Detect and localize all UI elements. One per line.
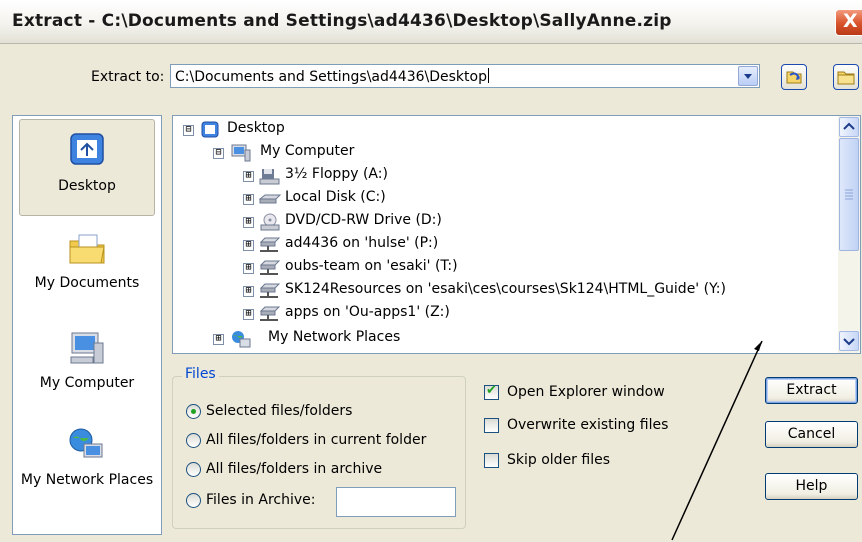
- expand-icon[interactable]: ⊞: [243, 171, 254, 182]
- expand-icon[interactable]: ⊞: [243, 286, 254, 297]
- tree-scrollbar[interactable]: [838, 116, 860, 353]
- collapse-icon[interactable]: ⊟: [183, 125, 194, 136]
- place-label: My Documents: [34, 275, 140, 291]
- checkbox-label: Overwrite existing files: [507, 417, 669, 433]
- checkbox[interactable]: [484, 453, 499, 468]
- desktop-icon: [70, 133, 104, 165]
- radio-button[interactable]: [186, 493, 201, 508]
- hard-disk-icon: [259, 194, 281, 204]
- network-drive-icon: [259, 237, 281, 252]
- extract-path-input[interactable]: C:\Documents and Settings\ad4436\Desktop: [175, 68, 489, 85]
- network-places-icon: [69, 428, 103, 458]
- extract-to-label: Extract to:: [91, 69, 165, 85]
- desktop-icon: [201, 121, 219, 138]
- radio-button[interactable]: [186, 433, 201, 448]
- collapse-icon[interactable]: ⊟: [213, 148, 224, 159]
- network-drive-icon: [259, 260, 281, 275]
- place-label: My Network Places: [20, 472, 154, 488]
- checkbox[interactable]: [484, 418, 499, 433]
- tree-label: oubs-team on 'esaki' (T:): [285, 258, 458, 274]
- tree-label: ad4436 on 'hulse' (P:): [285, 235, 439, 251]
- tree-label: apps on 'Ou-apps1' (Z:): [285, 304, 450, 320]
- place-label: My Computer: [39, 375, 135, 391]
- radio-button[interactable]: [186, 462, 201, 477]
- window-title: Extract - C:\Documents and Settings\ad44…: [12, 11, 672, 31]
- cd-drive-icon: [260, 213, 280, 231]
- scroll-up-button[interactable]: [839, 117, 859, 137]
- checkbox[interactable]: [484, 383, 499, 400]
- files-in-archive-input[interactable]: [336, 487, 456, 517]
- expand-icon[interactable]: ⊞: [243, 309, 254, 320]
- expand-icon[interactable]: ⊞: [243, 263, 254, 274]
- tree-label: My Network Places: [268, 329, 401, 345]
- cancel-button[interactable]: Cancel: [765, 421, 858, 448]
- files-legend: Files: [182, 366, 219, 382]
- tree-label: Desktop: [227, 120, 285, 136]
- tree-label: SK124Resources on 'esaki\ces\courses\Sk1…: [285, 281, 726, 297]
- floppy-icon: [259, 169, 280, 185]
- network-places-icon: [232, 331, 251, 348]
- places-bar: Desktop My Documents My Computer My Netw…: [12, 115, 162, 535]
- chevron-down-icon[interactable]: [738, 66, 758, 86]
- title-bar[interactable]: Extract - C:\Documents and Settings\ad44…: [0, 0, 862, 44]
- expand-icon[interactable]: ⊞: [243, 240, 254, 251]
- place-my-computer[interactable]: My Computer: [13, 319, 161, 416]
- checkbox-label: Open Explorer window: [507, 384, 665, 400]
- browse-folder-button[interactable]: [781, 64, 807, 90]
- expand-icon[interactable]: ⊞: [243, 217, 254, 228]
- close-button[interactable]: X: [835, 9, 862, 36]
- new-folder-button[interactable]: [833, 64, 859, 90]
- my-computer-icon: [231, 144, 251, 162]
- chevron-down-icon: [843, 338, 855, 346]
- folder-arrow-icon: [786, 71, 802, 84]
- extract-button[interactable]: Extract: [765, 377, 858, 404]
- radio-label: Selected files/folders: [206, 403, 353, 419]
- network-drive-icon: [259, 283, 281, 298]
- place-my-documents[interactable]: My Documents: [13, 219, 161, 316]
- tree-label: Local Disk (C:): [285, 189, 386, 205]
- network-drive-icon: [259, 306, 281, 321]
- checkbox-label: Skip older files: [507, 452, 610, 468]
- close-icon: X: [843, 10, 858, 32]
- my-documents-icon: [69, 234, 105, 264]
- place-desktop[interactable]: Desktop: [19, 119, 155, 216]
- tree-label: 3½ Floppy (A:): [285, 166, 388, 182]
- help-button[interactable]: Help: [765, 473, 858, 500]
- tree-label: DVD/CD-RW Drive (D:): [285, 212, 442, 228]
- extract-dialog: Extract - C:\Documents and Settings\ad44…: [0, 0, 862, 542]
- radio-label: Files in Archive:: [206, 492, 316, 508]
- expand-icon[interactable]: ⊞: [243, 194, 254, 205]
- place-network[interactable]: My Network Places: [13, 416, 161, 513]
- scroll-thumb[interactable]: [839, 138, 859, 251]
- radio-button[interactable]: [186, 404, 201, 419]
- extract-path-combo[interactable]: C:\Documents and Settings\ad4436\Desktop: [170, 64, 760, 88]
- my-computer-icon: [70, 332, 104, 364]
- radio-label: All files/folders in archive: [206, 461, 383, 477]
- folder-tree[interactable]: ⊟ Desktop ⊟ My Computer ⊞ 3½ Floppy (A:)…: [172, 115, 861, 354]
- scroll-down-button[interactable]: [839, 331, 859, 351]
- tree-label: My Computer: [260, 143, 355, 159]
- grip-icon: [845, 189, 853, 200]
- folder-icon: [837, 71, 855, 85]
- place-label: Desktop: [58, 178, 116, 194]
- expand-icon[interactable]: ⊞: [213, 334, 224, 345]
- chevron-up-icon: [843, 122, 855, 130]
- radio-label: All files/folders in current folder: [206, 432, 427, 448]
